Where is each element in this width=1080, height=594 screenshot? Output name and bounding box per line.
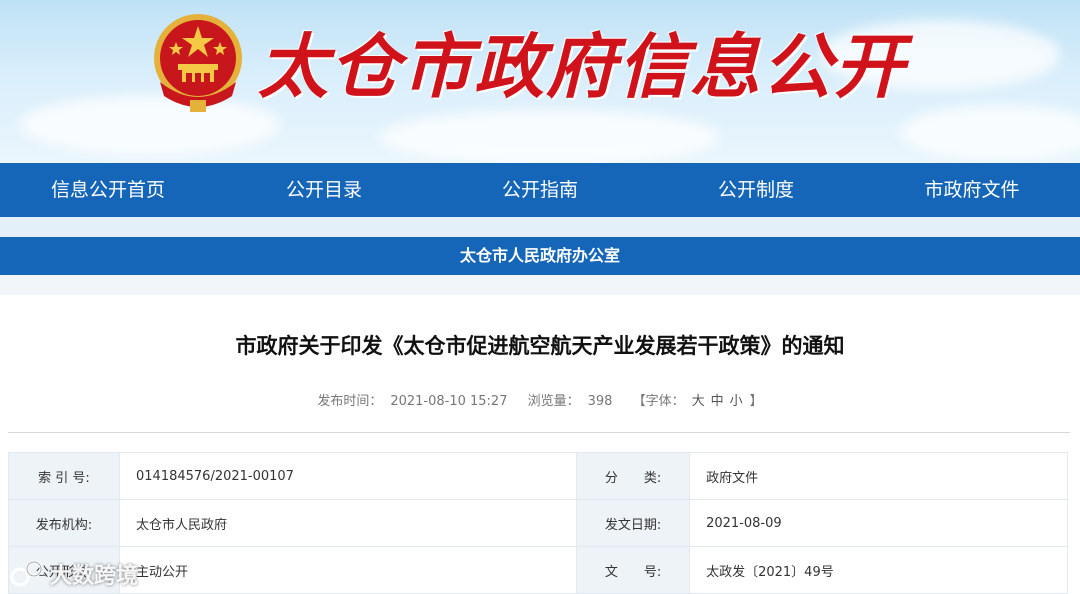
site-title: 太仓市政府信息公开 [258,26,906,108]
label-issue-date: 发文日期: [576,499,691,547]
main-nav: 信息公开首页 公开目录 公开指南 公开制度 市政府文件 [0,163,1080,217]
value-issue-date: 2021-08-09 [689,499,1068,547]
views-label: 浏览量： [527,394,580,409]
font-medium-button[interactable]: 中 [711,394,724,409]
font-large-button[interactable]: 大 [692,394,705,409]
cloud-decoration [380,110,720,163]
value-index-number: 014184576/2021-00107 [118,452,578,500]
nav-spacer [0,217,1080,237]
publish-label: 发布时间： [317,394,383,409]
table-row: 公开形式: 主动公开 文 号: 太政发〔2021〕49号 [8,546,1068,594]
label-index-number: 索 引 号: [8,452,120,500]
subheader-spacer [0,275,1080,295]
publish-time: 发布时间： 2021-08-10 15:27 [313,394,511,409]
department-header: 太仓市人民政府办公室 [0,237,1080,275]
header-banner: 太仓市政府信息公开 [0,0,1080,163]
label-category: 分 类: [576,452,691,500]
font-small-button[interactable]: 小 [730,394,743,409]
value-category: 政府文件 [689,452,1068,500]
watermark: 大数跨境 [10,556,138,592]
nav-item-system[interactable]: 公开制度 [648,163,864,217]
watermark-text: 大数跨境 [50,564,139,589]
national-emblem-icon [154,14,242,112]
table-row: 发布机构: 太仓市人民政府 发文日期: 2021-08-09 [8,499,1068,547]
cloud-decoration [900,105,1080,160]
label-publisher: 发布机构: [8,499,120,547]
nav-item-guide[interactable]: 公开指南 [432,163,648,217]
watermark-logo-icon [10,560,43,587]
nav-item-home[interactable]: 信息公开首页 [0,163,216,217]
divider [8,432,1070,433]
document-info-table: 索 引 号: 014184576/2021-00107 分 类: 政府文件 发布… [8,452,1068,594]
font-control-close: 】 [749,394,763,409]
views-value: 398 [587,394,613,409]
value-publisher: 太仓市人民政府 [118,499,578,547]
article-meta: 发布时间： 2021-08-10 15:27 浏览量： 398 【字体： 大中小】 [0,390,1080,409]
font-control-open: 【字体： [632,394,685,409]
view-count: 浏览量： 398 [524,394,617,409]
publish-value: 2021-08-10 15:27 [390,394,508,409]
nav-item-documents[interactable]: 市政府文件 [864,163,1080,217]
nav-item-catalog[interactable]: 公开目录 [216,163,432,217]
label-document-number: 文 号: [576,546,691,594]
value-document-number: 太政发〔2021〕49号 [689,546,1068,594]
table-row: 索 引 号: 014184576/2021-00107 分 类: 政府文件 [8,452,1068,500]
font-size-control: 【字体： 大中小】 [629,394,767,409]
article-title: 市政府关于印发《太仓市促进航空航天产业发展若干政策》的通知 [235,334,845,358]
value-disclosure-form: 主动公开 [118,546,578,594]
